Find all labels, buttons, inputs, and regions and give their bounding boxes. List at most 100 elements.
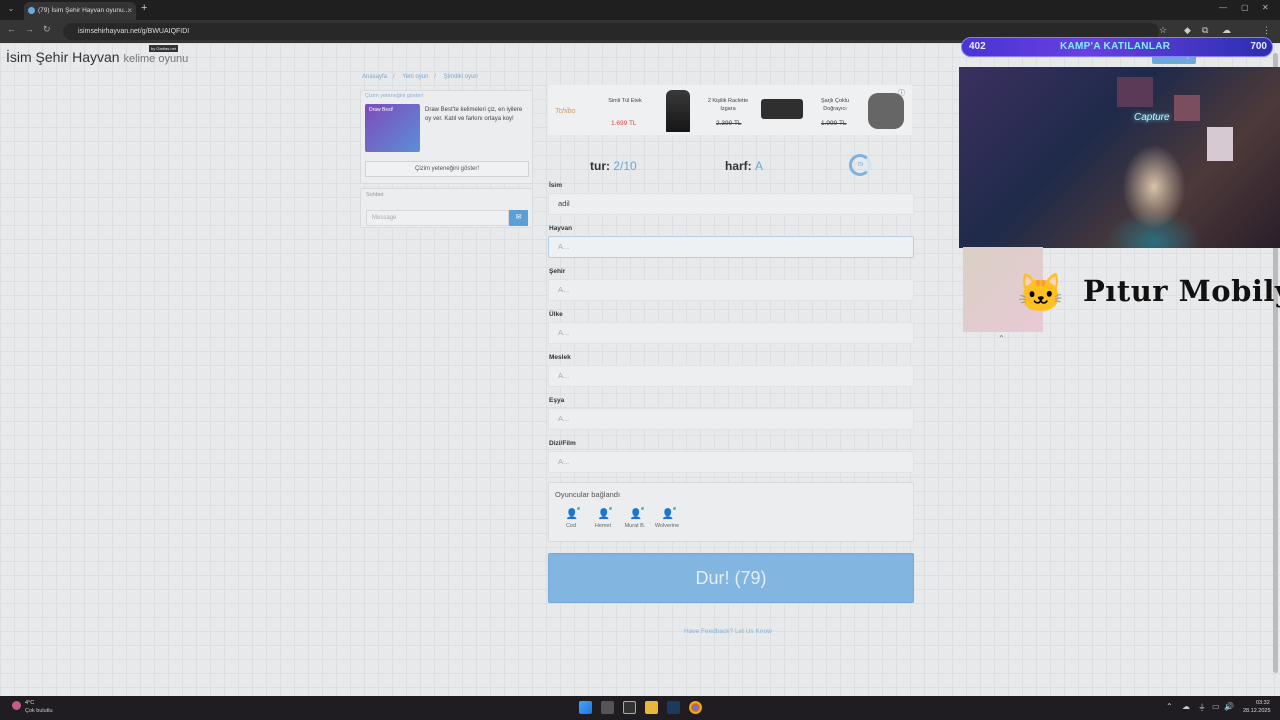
bookmark-star-icon[interactable]: ☆: [1159, 25, 1167, 36]
weather-description: Çok bulutlu: [25, 708, 53, 714]
reload-icon[interactable]: ↻: [43, 24, 51, 35]
back-icon[interactable]: ←: [7, 24, 16, 34]
ad-item-name: 2 Kişilik Raclette Izgara: [707, 98, 749, 112]
chat-panel: Sohbet Message ✉: [360, 188, 533, 228]
weather-temperature: 4°C: [25, 700, 35, 706]
extension-icon[interactable]: ◆: [1184, 25, 1191, 36]
online-status-dot: [641, 507, 644, 510]
field-label-sehir: Şehir: [549, 268, 566, 275]
ad-close-icon[interactable]: ⓘ ✕: [898, 88, 912, 106]
letter-indicator: harf: A: [725, 159, 763, 173]
cat-logo-icon: 🐱: [1017, 273, 1065, 315]
field-input-isim[interactable]: adil: [548, 193, 914, 215]
promo-image[interactable]: Draw Best!: [365, 104, 420, 152]
onedrive-icon[interactable]: ☁: [1182, 702, 1190, 711]
player-item[interactable]: 👤 Hemet: [588, 507, 618, 529]
network-icon[interactable]: ▭: [1212, 702, 1220, 711]
steam-icon[interactable]: [667, 701, 680, 714]
new-tab-button[interactable]: +: [141, 2, 147, 14]
tab-list-icon[interactable]: ⌄: [5, 3, 17, 15]
usb-icon[interactable]: ⏚: [1198, 702, 1206, 713]
ad-item-price: 2.399 TL: [716, 120, 742, 127]
user-icon: 👤: [629, 509, 642, 520]
field-label-dizi-film: Dizi/Film: [549, 440, 576, 447]
field-input-sehir[interactable]: A...: [548, 279, 914, 301]
chat-send-button[interactable]: ✉: [509, 210, 528, 226]
chat-message-input[interactable]: Message: [366, 210, 509, 226]
field-input-dizi-film[interactable]: A...: [548, 451, 914, 473]
field-label-isim: İsim: [549, 182, 563, 189]
breadcrumb-home[interactable]: Anasayfa: [362, 74, 387, 80]
clock-date[interactable]: 28.12.2025: [1243, 708, 1271, 714]
field-label-hayvan: Hayvan: [549, 225, 573, 232]
maximize-icon[interactable]: ▢: [1241, 3, 1249, 12]
clock-time[interactable]: 03:32: [1256, 700, 1270, 706]
draw-best-promo-card: Çizim yeteneğini göster! Draw Best! Draw…: [360, 90, 533, 184]
field-label-esya: Eşya: [549, 397, 565, 404]
user-icon: 👤: [661, 509, 674, 520]
player-name: Murat B.: [624, 523, 646, 529]
site-subtitle: kelime oyunu: [123, 53, 189, 65]
player-item[interactable]: 👤 Murat B.: [620, 507, 650, 529]
start-icon[interactable]: [579, 701, 592, 714]
ad-logo: Tchibo: [555, 108, 576, 115]
forward-icon[interactable]: →: [25, 24, 34, 34]
player-item[interactable]: 👤 Cod: [556, 507, 586, 529]
profile-icon[interactable]: ☁: [1222, 25, 1231, 36]
ad-item-name: Simli Tül Etek: [608, 98, 642, 104]
favicon-icon: [28, 7, 35, 14]
field-input-hayvan[interactable]: A...: [548, 236, 914, 258]
goal-title: KAMP'A KATILANLAR: [1060, 41, 1171, 52]
promo-text: Draw Best'te kelimeleri çiz, en iyilere …: [425, 107, 523, 122]
goal-current-count: 402: [969, 41, 986, 52]
field-input-esya[interactable]: A...: [548, 408, 914, 430]
player-item[interactable]: 👤 Wolverine: [652, 507, 682, 529]
task-view-icon[interactable]: [601, 701, 614, 714]
tab-close-icon[interactable]: ×: [127, 2, 132, 20]
online-status-dot: [673, 507, 676, 510]
breadcrumb-current-game[interactable]: Şimdiki oyun: [444, 74, 478, 80]
field-label-ulke: Ülke: [549, 311, 563, 318]
wall-poster: [1174, 95, 1200, 121]
user-icon: 👤: [597, 509, 610, 520]
countdown-timer: 79: [849, 154, 871, 176]
promo-header[interactable]: Çizim yeteneğini göster!: [365, 93, 424, 99]
breadcrumb: Anasayfa / Yeni oyun / Şimdiki oyun: [362, 74, 478, 80]
windows-taskbar: 4°C Çok bulutlu ⌃ ☁ ⏚ ▭ 🔊 03:32 28.12.20…: [0, 696, 1280, 720]
settings-gear-icon[interactable]: [623, 701, 636, 714]
browser-tab[interactable]: (79) İsim Şehir Hayvan oyunu... ×: [24, 2, 136, 20]
field-label-meslek: Meslek: [549, 354, 571, 361]
promo-image-label: Draw Best!: [369, 107, 394, 113]
site-title: İsim Şehir Hayvan: [6, 49, 120, 65]
publisher-badge[interactable]: by Gartias.net: [149, 45, 178, 52]
promo-button[interactable]: Çizim yeteneğini göster!: [365, 161, 529, 177]
field-input-meslek[interactable]: A...: [548, 365, 914, 387]
minimize-icon[interactable]: —: [1219, 3, 1227, 12]
breadcrumb-new-game[interactable]: Yeni oyun: [402, 74, 428, 80]
file-explorer-icon[interactable]: [645, 701, 658, 714]
feedback-link[interactable]: Have Feedback? Let Us Know: [684, 628, 772, 635]
round-value: 2/10: [613, 159, 637, 173]
player-name: Wolverine: [654, 523, 680, 529]
chrome-icon[interactable]: [689, 701, 702, 714]
ad-banner[interactable]: Tchibo Simli Tül Etek 1.699 TL 2 Kişilik…: [548, 85, 912, 135]
online-status-dot: [577, 507, 580, 510]
wall-poster: [1207, 127, 1233, 161]
tray-chevron-icon[interactable]: ⌃: [1166, 702, 1173, 711]
stop-button[interactable]: Dur! (79): [548, 553, 914, 603]
weather-icon[interactable]: [12, 701, 21, 710]
ad-skirt-image: [666, 90, 690, 132]
window-close-icon[interactable]: ✕: [1262, 3, 1269, 12]
ad-item-price: 1.699 TL: [611, 120, 637, 127]
field-input-ulke[interactable]: A...: [548, 322, 914, 344]
online-status-dot: [609, 507, 612, 510]
chevron-up-icon[interactable]: ⌃: [998, 334, 1005, 343]
round-label: tur:: [590, 159, 610, 173]
sponsor-name: Pıtur Mobilya: [1083, 274, 1280, 308]
players-header: Oyuncular bağlandı: [555, 490, 621, 499]
volume-icon[interactable]: 🔊: [1224, 702, 1234, 711]
ad-item-name: Şarjlı Çoklu Doğrayıcı: [820, 98, 850, 112]
players-panel: Oyuncular bağlandı 👤 Cod 👤 Hemet 👤 Murat…: [548, 482, 914, 542]
extensions-puzzle-icon[interactable]: ⧉: [1202, 25, 1208, 36]
browser-menu-icon[interactable]: ⋮: [1262, 25, 1271, 36]
